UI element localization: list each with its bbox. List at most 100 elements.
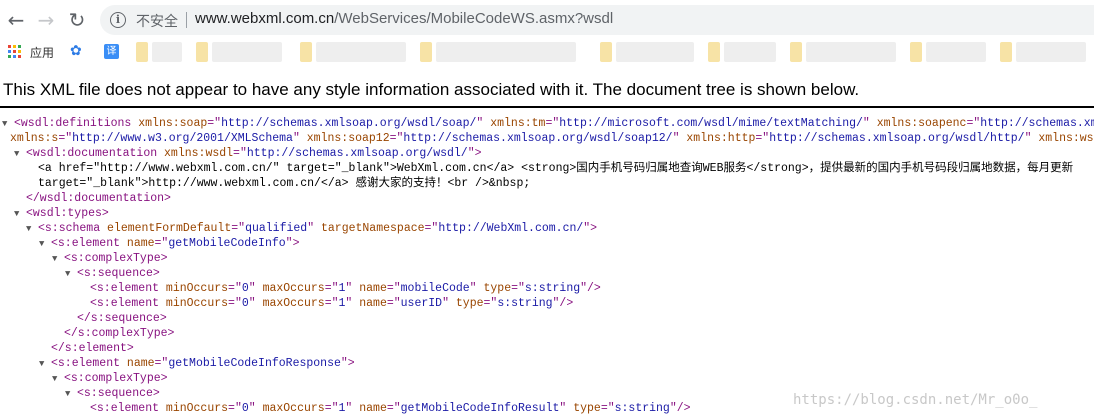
blurred-bookmark[interactable]: [806, 42, 896, 62]
xml-line: ▼ <wsdl:documentation xmlns:wsdl="http://…: [14, 146, 482, 161]
blurred-bookmark[interactable]: [300, 42, 312, 62]
tag-markup: =": [58, 132, 73, 145]
tag-markup: ": [1024, 132, 1039, 145]
attribute-name: name: [126, 357, 155, 370]
blurred-bookmark[interactable]: [910, 42, 922, 62]
collapse-triangle-icon[interactable]: ▼: [39, 357, 51, 372]
tag-markup: =": [511, 282, 525, 295]
tag-markup: ": [476, 117, 491, 130]
tag-markup: <s:complexType>: [64, 252, 168, 265]
attribute-name: name: [126, 237, 155, 250]
blurred-bookmark[interactable]: [420, 42, 432, 62]
tag-markup: </s:complexType>: [64, 327, 175, 340]
tag-markup: =": [233, 147, 247, 160]
tag-markup: ">: [467, 147, 482, 160]
tag-markup: =": [386, 297, 401, 310]
translate-icon[interactable]: 译: [104, 44, 119, 59]
collapse-triangle-icon[interactable]: ▼: [26, 222, 38, 237]
blurred-bookmark[interactable]: [790, 42, 802, 62]
info-icon[interactable]: i: [110, 12, 126, 28]
attribute-value: s:string: [497, 297, 553, 310]
url-path: /WebServices/MobileCodeWS.asmx?wsdl: [334, 10, 614, 27]
attribute-name: maxOccurs: [262, 297, 325, 310]
tag-markup: ": [469, 282, 484, 295]
collapse-triangle-icon[interactable]: ▼: [52, 252, 64, 267]
tag-markup: =": [228, 282, 242, 295]
tag-markup: =": [966, 117, 981, 130]
forward-arrow-icon[interactable]: →: [34, 8, 58, 32]
collapse-triangle-icon[interactable]: ▼: [65, 267, 77, 282]
attribute-value: http://schemas.xmlsoap.org/wsdl/soap/: [221, 117, 477, 130]
attribute-value: http://schemas.xmlsoap.org/wsdl/soap12/: [403, 132, 673, 145]
tag-markup: =": [324, 282, 339, 295]
tag-markup: ": [292, 132, 307, 145]
collapse-triangle-icon[interactable]: ▼: [39, 237, 51, 252]
tag-markup: =": [386, 402, 401, 415]
tag-markup: <s:element: [90, 297, 166, 310]
security-status[interactable]: 不安全: [136, 11, 178, 31]
blurred-bookmark[interactable]: [1016, 42, 1086, 62]
tag-markup: =": [600, 402, 615, 415]
address-bar[interactable]: i 不安全 www.webxml.com.cn/WebServices/Mobi…: [100, 5, 1094, 35]
attribute-name: xmlns:wsdl: [1038, 132, 1094, 145]
notice-text: This XML file does not appear to have an…: [3, 80, 860, 99]
tag-markup: ": [442, 297, 456, 310]
tag-markup: =": [154, 237, 169, 250]
attribute-name: minOccurs: [165, 402, 229, 415]
collapse-triangle-icon[interactable]: ▼: [14, 147, 26, 162]
attribute-name: minOccurs: [165, 297, 229, 310]
apps-bookmark[interactable]: 应用: [30, 44, 54, 61]
attribute-name: xmlns:tm: [490, 117, 546, 130]
attribute-name: maxOccurs: [262, 402, 325, 415]
attribute-value: http://schemas.xmlsoap.org/wsdl/http/: [769, 132, 1025, 145]
attribute-value: http://schemas.xmlsoap.org/wsdl/: [246, 147, 468, 160]
xml-line: ▼ <s:complexType>: [52, 251, 168, 266]
blurred-bookmark[interactable]: [926, 42, 986, 62]
paw-icon[interactable]: ✿: [70, 43, 82, 59]
attribute-name: name: [359, 297, 387, 310]
tag-markup: =": [228, 297, 242, 310]
blurred-bookmark[interactable]: [152, 42, 182, 62]
blurred-bookmark[interactable]: [600, 42, 612, 62]
attribute-name: type: [483, 282, 512, 295]
attribute-value: 0: [241, 282, 249, 295]
tag-markup: ": [345, 282, 360, 295]
tag-markup: <s:element: [51, 357, 127, 370]
tag-markup: <s:element: [90, 282, 166, 295]
collapse-triangle-icon[interactable]: ▼: [65, 387, 77, 402]
collapse-triangle-icon[interactable]: ▼: [14, 207, 26, 222]
blurred-bookmark[interactable]: [436, 42, 576, 62]
apps-grid-icon[interactable]: [8, 45, 21, 58]
tag-markup: =": [228, 402, 242, 415]
blurred-bookmark[interactable]: [616, 42, 694, 62]
tag-markup: <wsdl:documentation: [26, 147, 165, 160]
attribute-name: targetNamespace: [321, 222, 425, 235]
reload-icon[interactable]: ↻: [65, 8, 89, 32]
tag-markup: =": [483, 297, 498, 310]
url-text[interactable]: www.webxml.com.cn/WebServices/MobileCode…: [195, 10, 613, 27]
xml-line: ▼ <s:sequence>: [65, 266, 160, 281]
blurred-bookmark[interactable]: [724, 42, 776, 62]
back-arrow-icon[interactable]: ←: [4, 8, 28, 32]
tag-markup: <wsdl:types>: [26, 207, 109, 220]
blurred-bookmark[interactable]: [1000, 42, 1012, 62]
tag-markup: <s:complexType>: [64, 372, 168, 385]
xml-line: <s:element minOccurs="0" maxOccurs="1" n…: [90, 401, 691, 416]
attribute-value: getMobileCodeInfoResult: [400, 402, 560, 415]
tag-markup: =": [545, 117, 560, 130]
blurred-bookmark[interactable]: [708, 42, 720, 62]
blurred-bookmark[interactable]: [316, 42, 406, 62]
blurred-bookmark[interactable]: [212, 42, 282, 62]
collapse-triangle-icon[interactable]: ▼: [2, 117, 14, 132]
tag-markup: <s:element: [51, 237, 127, 250]
collapse-triangle-icon[interactable]: ▼: [52, 372, 64, 387]
attribute-name: minOccurs: [165, 282, 229, 295]
blurred-bookmark[interactable]: [136, 42, 148, 62]
xml-line: xmlns:s="http://www.w3.org/2001/XMLSchem…: [10, 131, 1094, 146]
tag-markup: =": [386, 282, 401, 295]
text-node: target="_blank">http://www.webxml.com.cn…: [38, 177, 531, 190]
xml-document-tree: ▼ <wsdl:definitions xmlns:soap="http://sc…: [0, 116, 1094, 420]
blurred-bookmark[interactable]: [196, 42, 208, 62]
xml-line: ▼ <s:sequence>: [65, 386, 160, 401]
xml-line: ▼ <wsdl:types>: [14, 206, 109, 221]
